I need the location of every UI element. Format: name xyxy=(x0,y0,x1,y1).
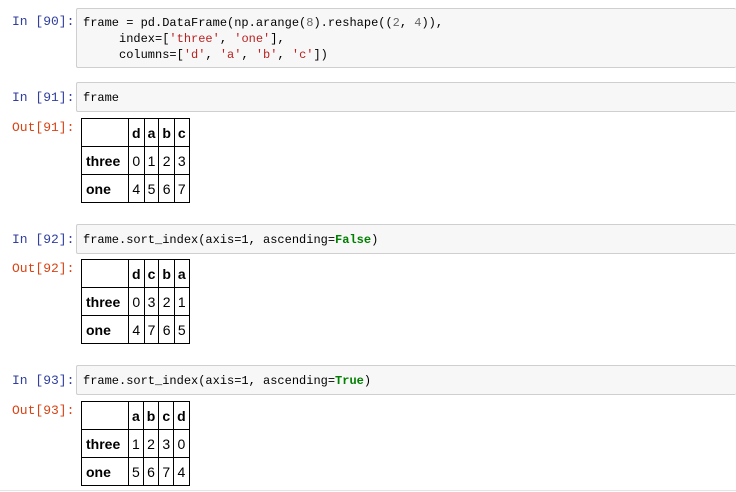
table-cell: 0 xyxy=(128,146,145,175)
table-cell: 6 xyxy=(142,457,160,486)
column-header: c xyxy=(143,259,160,288)
code-text: ) xyxy=(363,374,372,388)
out-prompt: Out[93]: xyxy=(12,403,75,418)
table-cell: 5 xyxy=(173,315,190,344)
out-prompt: Out[92]: xyxy=(12,261,75,276)
dataframe-table: a b c d three 1 2 3 0 one 5 6 7 4 xyxy=(81,401,190,486)
code-input-cell[interactable]: frame = pd.DataFrame(np.arange(8).reshap… xyxy=(76,8,736,68)
index-corner xyxy=(81,259,129,288)
table-cell: 0 xyxy=(128,287,145,316)
index-corner xyxy=(81,118,129,147)
code-keyword: True xyxy=(335,374,364,388)
in-prompt: In [90]: xyxy=(12,14,75,29)
table-cell: 1 xyxy=(173,287,190,316)
table-cell: 1 xyxy=(143,146,160,175)
index-corner xyxy=(81,401,129,430)
table-cell: 7 xyxy=(173,174,190,203)
in-prompt: In [91]: xyxy=(12,90,75,105)
column-header: d xyxy=(128,118,145,147)
code-line: frame.sort_index(axis=1, ascending=False… xyxy=(83,232,378,248)
cell-divider xyxy=(0,490,736,491)
code-input-cell[interactable]: frame.sort_index(axis=1, ascending=True) xyxy=(76,365,736,395)
table-cell: 1 xyxy=(128,429,144,458)
table-cell: 4 xyxy=(173,457,190,486)
column-header: d xyxy=(173,401,190,430)
row-index-label: three xyxy=(81,287,129,316)
table-header-row: abcd xyxy=(81,401,190,430)
table-cell: 4 xyxy=(128,315,145,344)
column-header: b xyxy=(158,259,175,288)
code-text: frame.sort_index(axis=1, ascending= xyxy=(83,233,336,247)
table-header-row: dabc xyxy=(81,118,190,147)
row-index-label: one xyxy=(81,457,129,486)
column-header: d xyxy=(128,259,145,288)
in-prompt: In [92]: xyxy=(12,232,75,247)
table-cell: 2 xyxy=(142,429,160,458)
table-row: one 5 6 7 4 xyxy=(81,457,190,486)
table-cell: 7 xyxy=(143,315,160,344)
table-row: one 4 7 6 5 xyxy=(81,315,190,344)
out-prompt: Out[91]: xyxy=(12,120,75,135)
table-row: three 0 1 2 3 xyxy=(81,146,190,175)
column-header: a xyxy=(128,401,144,430)
table-row: one 4 5 6 7 xyxy=(81,174,190,203)
table-cell: 3 xyxy=(158,429,175,458)
dataframe-table: d a b c three 0 1 2 3 one 4 5 6 7 xyxy=(81,118,190,203)
code-line: frame = pd.DataFrame(np.arange(8).reshap… xyxy=(83,16,444,30)
code-text: frame.sort_index(axis=1, ascending= xyxy=(83,374,336,388)
row-index-label: three xyxy=(81,146,129,175)
table-cell: 5 xyxy=(128,457,144,486)
table-row: three 1 2 3 0 xyxy=(81,429,190,458)
table-row: three 0 3 2 1 xyxy=(81,287,190,316)
code-line: frame xyxy=(83,91,120,105)
table-cell: 7 xyxy=(158,457,175,486)
table-cell: 5 xyxy=(143,174,160,203)
code-line: columns=['d', 'a', 'b', 'c']) xyxy=(83,48,328,62)
code-input-cell[interactable]: frame xyxy=(76,82,736,112)
column-header: b xyxy=(142,401,160,430)
row-index-label: one xyxy=(81,174,129,203)
column-header: c xyxy=(158,401,175,430)
in-prompt: In [93]: xyxy=(12,373,75,388)
code-input-cell[interactable]: frame.sort_index(axis=1, ascending=False… xyxy=(76,224,736,254)
dataframe-table: d c b a three 0 3 2 1 one 4 7 6 5 xyxy=(81,259,190,344)
code-text: ) xyxy=(371,233,379,247)
table-cell: 3 xyxy=(143,287,160,316)
row-index-label: three xyxy=(81,429,129,458)
code-keyword: False xyxy=(335,233,372,247)
column-header: b xyxy=(158,118,175,147)
table-cell: 3 xyxy=(173,146,190,175)
table-cell: 4 xyxy=(128,174,145,203)
column-header: c xyxy=(173,118,190,147)
code-line: frame.sort_index(axis=1, ascending=True) xyxy=(83,373,371,389)
table-cell: 0 xyxy=(173,429,190,458)
code-line: index=['three', 'one'], xyxy=(83,32,285,46)
row-index-label: one xyxy=(81,315,129,344)
column-header: a xyxy=(143,118,160,147)
table-cell: 6 xyxy=(158,174,175,203)
table-cell: 2 xyxy=(158,146,175,175)
table-cell: 2 xyxy=(158,287,175,316)
table-header-row: dcba xyxy=(81,259,190,288)
column-header: a xyxy=(173,259,190,288)
table-cell: 6 xyxy=(158,315,175,344)
